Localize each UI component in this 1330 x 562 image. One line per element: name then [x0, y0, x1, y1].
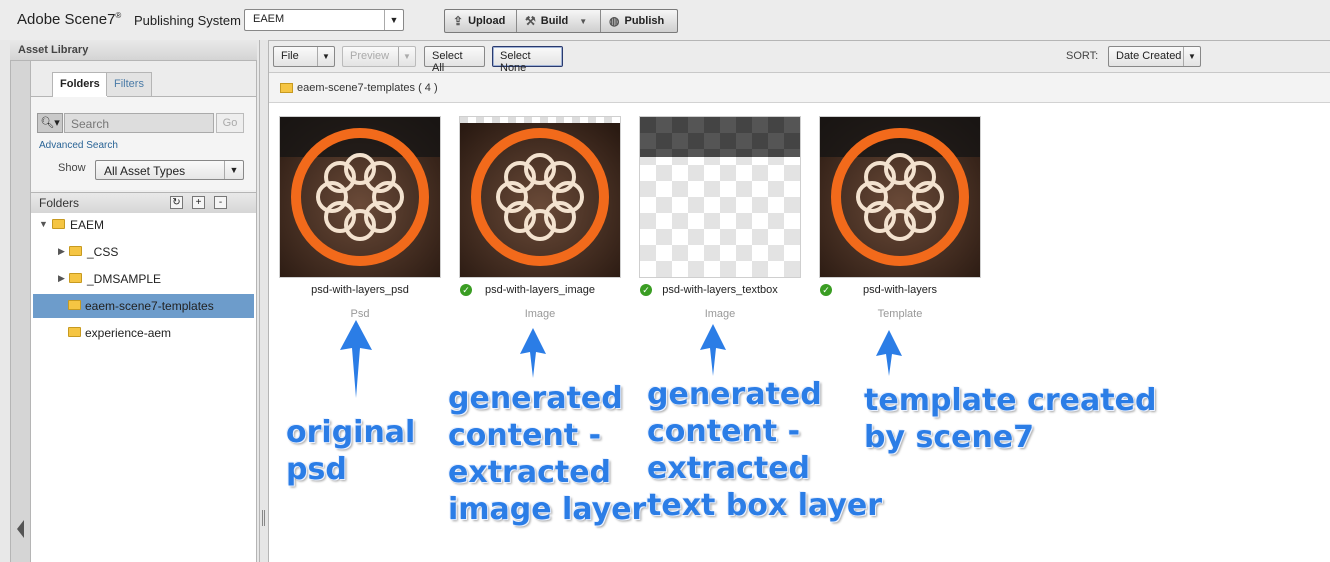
chevron-down-icon: ▼ — [1183, 47, 1200, 66]
asset-library-title: Asset Library — [10, 40, 257, 61]
app-subtitle: Publishing System — [134, 13, 241, 28]
asset-type: Image — [704, 308, 736, 320]
advanced-search-link[interactable]: Advanced Search — [39, 140, 118, 151]
chevron-down-icon: ▼ — [398, 47, 415, 66]
asset-name: psd-with-layers_psd — [311, 284, 409, 296]
annotation-arrow-icon — [340, 320, 372, 398]
tab-filters[interactable]: Filters — [106, 72, 152, 96]
sort-label: SORT: — [1066, 50, 1099, 62]
tree-item-eaem-scene7-templates[interactable]: eaem-scene7-templates — [33, 294, 254, 318]
asset-type: Template — [877, 308, 923, 320]
annotation-text-box-layer: generated content - extracted text box l… — [647, 377, 883, 523]
main-toolbar: ⇪ Upload ⚒ Build ▼ ◍ Publish — [444, 9, 678, 33]
annotation-original-psd: original psd — [286, 415, 416, 487]
search-icon[interactable]: 🔍︎▾ — [37, 113, 63, 133]
file-menu-button[interactable]: File ▼ — [273, 46, 335, 67]
add-folder-icon[interactable]: + — [192, 196, 205, 209]
build-button[interactable]: ⚒ Build ▼ — [517, 10, 601, 32]
asset-type-select[interactable]: All Asset Types ▼ — [95, 160, 244, 180]
asset-type-value: All Asset Types — [104, 164, 186, 178]
brand-logo: Adobe Scene7® — [17, 11, 122, 28]
asset-name: psd-with-layers_textbox — [662, 284, 778, 296]
collapse-arrow-icon[interactable] — [17, 520, 24, 538]
asset-name: psd-with-layers_image — [484, 284, 596, 296]
current-folder-path: eaem-scene7-templates ( 4 ) — [297, 82, 438, 94]
asset-thumbnail[interactable] — [459, 116, 621, 278]
preview-button[interactable]: Preview ▼ — [342, 46, 416, 67]
tree-item-eaem[interactable]: ▼ EAEM — [31, 213, 253, 237]
asset-thumbnail[interactable] — [819, 116, 981, 278]
folder-icon — [69, 246, 82, 256]
asset-thumbnail[interactable] — [279, 116, 441, 278]
annotation-arrow-icon — [520, 328, 546, 378]
folder-icon — [68, 327, 81, 337]
asset-thumbnail[interactable] — [639, 116, 801, 278]
folder-icon — [280, 83, 293, 93]
search-input[interactable]: Search — [64, 113, 214, 133]
splitter-grip-icon[interactable] — [262, 510, 265, 526]
company-select[interactable]: EAEM ▼ — [244, 9, 404, 31]
folder-icon — [69, 273, 82, 283]
upload-button[interactable]: ⇪ Upload — [445, 10, 517, 32]
hammer-icon: ⚒ — [525, 14, 536, 28]
panel-collapse-strip[interactable] — [10, 40, 31, 562]
select-none-button[interactable]: Select None — [492, 46, 563, 74]
remove-folder-icon[interactable]: - — [214, 196, 227, 209]
folders-header-label: Folders — [39, 196, 80, 210]
globe-icon: ◍ — [609, 14, 620, 28]
chevron-down-icon: ▼ — [317, 47, 334, 66]
annotation-arrow-icon — [700, 324, 726, 376]
annotation-arrow-icon — [876, 330, 902, 376]
tab-folders[interactable]: Folders — [52, 72, 108, 97]
upload-icon: ⇪ — [453, 14, 464, 28]
publish-button[interactable]: ◍ Publish — [601, 10, 677, 32]
go-button[interactable]: Go — [216, 113, 244, 133]
tree-item-experience-aem[interactable]: experience-aem — [31, 321, 253, 345]
collapsed-triangle-icon[interactable]: ▶ — [58, 273, 65, 284]
chevron-down-icon: ▼ — [579, 16, 588, 26]
asset-type: Image — [524, 308, 556, 320]
tree-item-dmsample[interactable]: ▶ _DMSAMPLE — [31, 267, 253, 291]
asset-name: psd-with-layers — [863, 284, 937, 296]
show-label: Show — [58, 162, 86, 174]
chevron-down-icon: ▼ — [224, 161, 243, 179]
chevron-down-icon: ▼ — [384, 10, 403, 30]
select-all-button[interactable]: Select All — [424, 46, 485, 74]
annotation-image-layer: generated content - extracted image laye… — [448, 381, 647, 527]
expanded-triangle-icon[interactable]: ▼ — [39, 219, 48, 229]
collapsed-triangle-icon[interactable]: ▶ — [58, 246, 65, 257]
company-select-value: EAEM — [253, 13, 285, 25]
folder-icon — [68, 300, 81, 310]
tree-item-css[interactable]: ▶ _CSS — [31, 240, 253, 264]
panel-splitter[interactable] — [259, 40, 268, 562]
folder-open-icon — [52, 219, 65, 229]
sort-select[interactable]: Date Created ▼ — [1108, 46, 1201, 67]
folder-tree: ▼ EAEM ▶ _CSS ▶ _DMSAMPLE eaem-scene7-te… — [31, 213, 256, 562]
refresh-icon[interactable]: ↻ — [170, 196, 183, 209]
annotation-template: template created by scene7 — [864, 383, 1157, 455]
folders-header: Folders ↻ + - — [31, 192, 256, 214]
